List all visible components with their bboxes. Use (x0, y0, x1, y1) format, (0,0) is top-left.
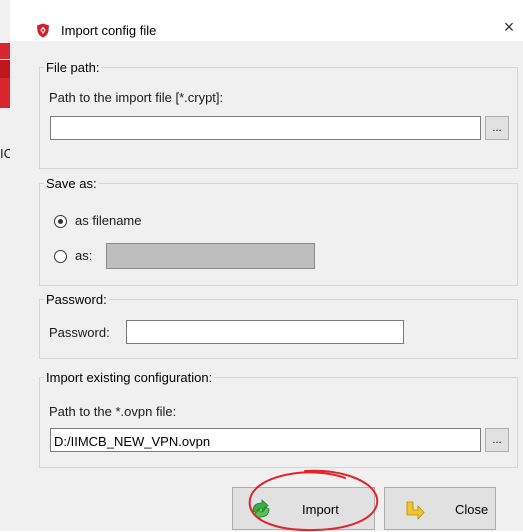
save-as-filename-radio[interactable] (54, 215, 67, 228)
save-as-name-field-disabled (106, 243, 315, 269)
shield-icon (37, 23, 49, 38)
browse-crypt-file-button[interactable]: ... (485, 116, 509, 140)
window-title: Import config file (61, 23, 157, 38)
file-path-group: File path: (39, 60, 518, 169)
password-group-label: Password: (46, 292, 107, 307)
import-file-path-label: Path to the import file [*.crypt]: (49, 90, 224, 105)
save-as-filename-label: as filename (75, 213, 142, 228)
background-red-block (0, 78, 10, 108)
ovpn-path-label: Path to the *.ovpn file: (49, 404, 177, 419)
ovpn-path-input[interactable] (50, 428, 481, 452)
close-window-icon[interactable]: × (499, 17, 519, 37)
save-as-group-label: Save as: (46, 176, 97, 191)
close-button[interactable]: Close (384, 487, 496, 530)
import-existing-group: Import existing configuration: (39, 370, 518, 468)
yellow-arrow-icon (406, 501, 425, 521)
import-file-path-input[interactable] (50, 116, 481, 140)
password-label: Password: (49, 325, 110, 340)
browse-ovpn-file-button[interactable]: ... (485, 428, 509, 452)
background-red-block (0, 60, 10, 78)
background-red-block (0, 43, 10, 59)
save-as-custom-radio[interactable] (54, 250, 67, 263)
close-button-label: Close (455, 502, 489, 517)
file-path-group-label: File path: (46, 60, 100, 75)
annotation-circle (248, 469, 379, 532)
password-input[interactable] (126, 320, 404, 344)
save-as-custom-label: as: (75, 248, 93, 263)
import-existing-group-label: Import existing configuration: (46, 370, 213, 385)
save-as-group: Save as: (39, 176, 518, 286)
